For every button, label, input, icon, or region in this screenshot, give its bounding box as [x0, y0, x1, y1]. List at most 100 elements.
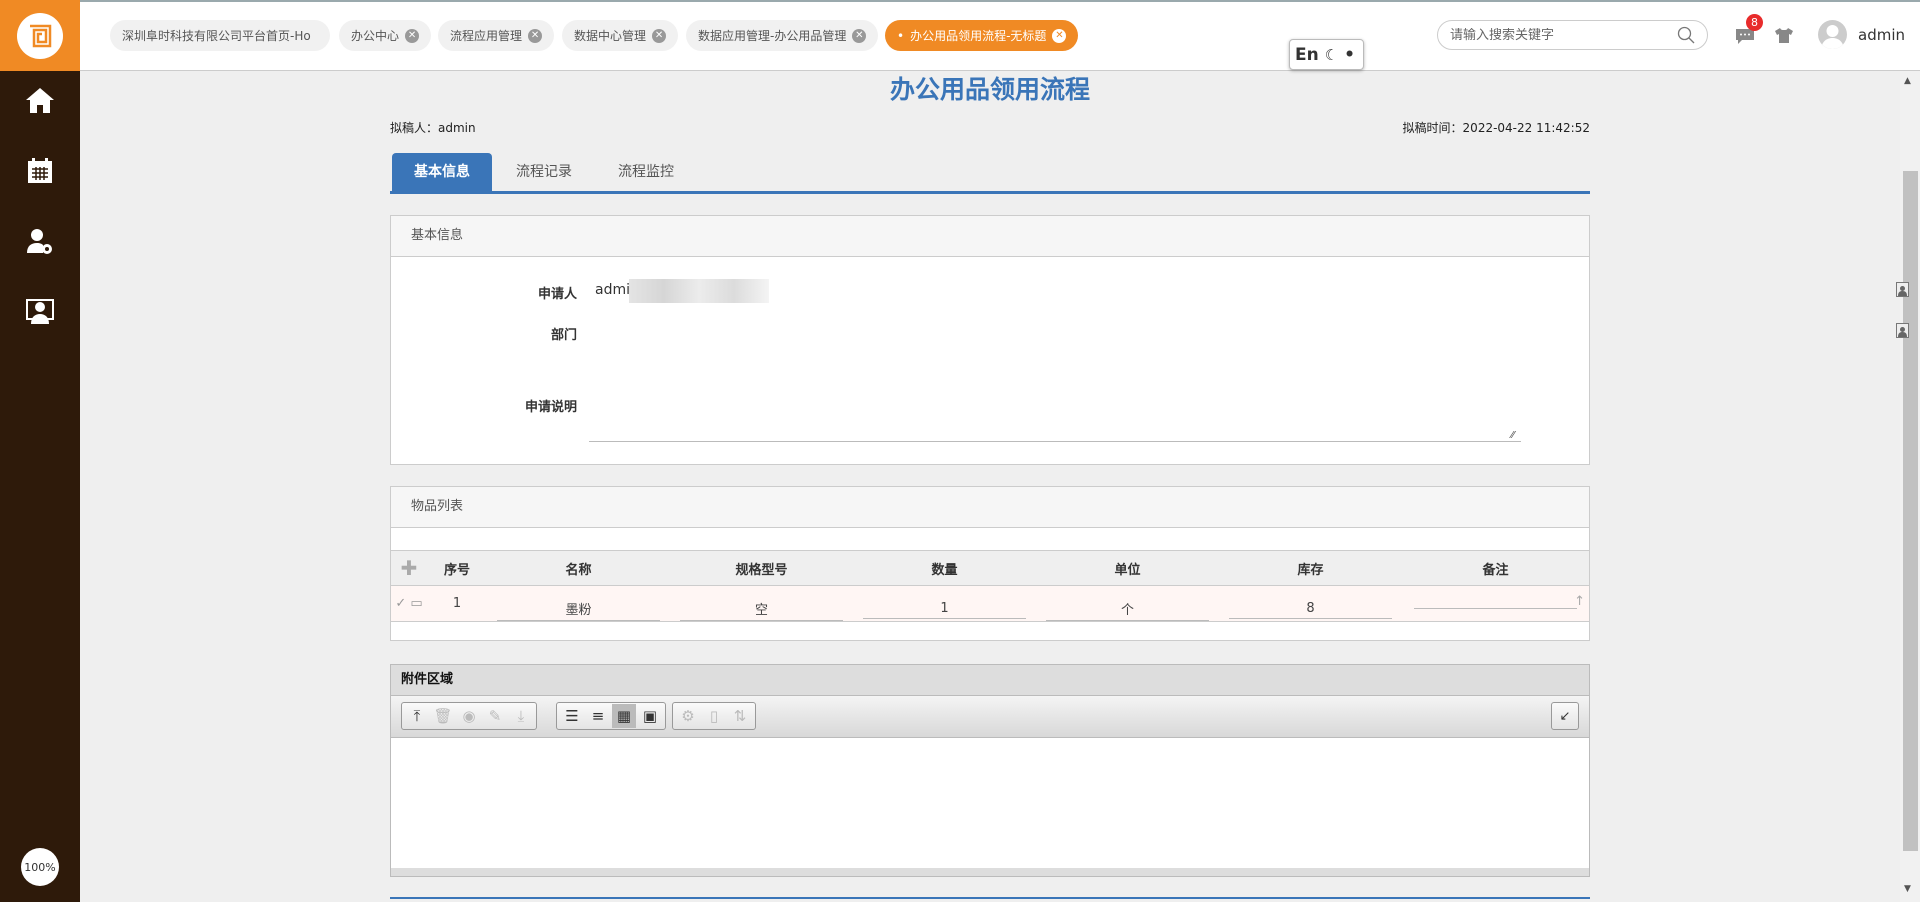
col-unit: 单位 — [1036, 550, 1219, 586]
numbered-list-icon[interactable]: ≡ — [586, 704, 610, 728]
settings-icon[interactable]: ⚙ — [676, 704, 700, 728]
tab-label: 数据中心管理 — [574, 29, 647, 43]
panel-header: 物品列表 — [391, 487, 1589, 528]
panel-header: 附件区域 — [391, 665, 1589, 696]
drafter: 拟稿人：admin — [390, 121, 476, 135]
table-row: ✓ ▭ 1 墨粉 空 1 个 8 ↑ — [391, 585, 1589, 622]
ime-indicator[interactable]: En ☾ • — [1289, 39, 1364, 70]
description-textarea[interactable] — [589, 376, 1521, 442]
tab-label: 深圳阜时科技有限公司平台首页-Ho — [122, 29, 311, 43]
edit-icon[interactable]: ✎ — [483, 704, 507, 728]
user-settings-icon[interactable] — [24, 226, 56, 258]
download-icon[interactable]: ⤓ — [509, 704, 533, 728]
delete-icon[interactable]: 🗑 — [431, 704, 455, 728]
tab-data-app[interactable]: 数据应用管理-办公用品管理 ✕ — [686, 20, 879, 51]
message-count-badge: 8 — [1746, 14, 1763, 31]
sort-icon[interactable]: ⇅ — [728, 704, 752, 728]
close-icon[interactable]: ✕ — [652, 28, 667, 43]
search-input[interactable] — [1450, 27, 1677, 43]
panel-footer — [391, 868, 1589, 876]
tab-office-supplies-flow[interactable]: • 办公用品领用流程-无标题 ✕ — [885, 20, 1079, 51]
tab-office-center[interactable]: 办公中心 ✕ — [339, 20, 432, 51]
remark-input[interactable] — [1414, 602, 1577, 609]
arrow-down-left-icon: ↙ — [1559, 708, 1571, 724]
close-icon[interactable]: ✕ — [852, 28, 867, 43]
collapse-button[interactable]: ↙ — [1551, 702, 1579, 730]
check-icon[interactable]: ✓ — [395, 596, 406, 611]
description-label: 申请说明 — [524, 400, 577, 415]
tab-label: 办公用品领用流程-无标题 — [910, 29, 1047, 43]
attachment-list — [391, 738, 1589, 868]
image-view-icon[interactable]: ▣ — [638, 704, 662, 728]
active-dot-icon: • — [897, 28, 905, 43]
redacted-area — [629, 279, 769, 303]
tab-process-record[interactable]: 流程记录 — [494, 153, 594, 191]
add-row-icon[interactable]: ✚ — [391, 550, 427, 586]
col-name: 名称 — [487, 550, 670, 586]
zoom-level[interactable]: 100% — [21, 848, 59, 886]
tab-basic-info[interactable]: 基本信息 — [392, 153, 492, 191]
tab-home[interactable]: 深圳阜时科技有限公司平台首页-Ho — [110, 20, 330, 51]
tab-process-monitor[interactable]: 流程监控 — [596, 153, 696, 191]
tab-process-app[interactable]: 流程应用管理 ✕ — [438, 20, 555, 51]
cell-no: 1 — [427, 585, 487, 622]
dept-picker-icon[interactable] — [1896, 323, 1909, 338]
basic-info-panel: 基本信息 申请人 admi 部门 申请说明 ⁄⁄ — [390, 215, 1909, 465]
grid-view-icon[interactable]: ▦ — [612, 704, 636, 728]
close-icon[interactable]: ✕ — [405, 28, 420, 43]
dept-field[interactable] — [595, 320, 1495, 342]
panel-header: 基本信息 — [391, 216, 1589, 257]
tab-label: 流程应用管理 — [450, 29, 523, 43]
close-icon[interactable]: ✕ — [1052, 28, 1067, 43]
draft-time: 拟稿时间：2022-04-22 11:42:52 — [1402, 121, 1590, 135]
qty-input[interactable]: 1 — [863, 597, 1026, 619]
col-spec: 规格型号 — [670, 550, 853, 586]
scroll-down-icon[interactable]: ▼ — [1904, 884, 1911, 894]
applicant-label: 申请人 — [537, 287, 577, 302]
attachment-toolbar: ⤒ 🗑 ◉ ✎ ⤓ ☰ ≡ ▦ ▣ ⚙ ▯ ⇅ ↙ — [391, 696, 1589, 738]
username[interactable]: admin — [1858, 26, 1905, 44]
col-stock: 库存 — [1219, 550, 1402, 586]
applicant-value[interactable]: admi — [595, 282, 630, 298]
move-up-icon[interactable]: ↑ — [1574, 594, 1585, 609]
search-icon[interactable] — [1677, 26, 1695, 44]
app-logo[interactable] — [0, 0, 80, 71]
file-check-icon[interactable]: ▯ — [702, 704, 726, 728]
preview-icon[interactable]: ◉ — [457, 704, 481, 728]
ime-label: En — [1295, 44, 1319, 65]
spec-input[interactable]: 空 — [680, 595, 843, 621]
dot-icon: • — [1344, 44, 1356, 65]
monitor-user-icon[interactable] — [24, 296, 56, 328]
search-box[interactable] — [1437, 20, 1708, 50]
moon-icon: ☾ — [1324, 45, 1339, 64]
col-remark: 备注 — [1402, 550, 1589, 586]
scrollbar-thumb[interactable] — [1903, 171, 1918, 851]
upload-icon[interactable]: ⤒ — [405, 704, 429, 728]
unit-input[interactable]: 个 — [1046, 595, 1209, 621]
dept-label: 部门 — [550, 328, 577, 343]
user-picker-icon[interactable] — [1896, 282, 1909, 297]
items-panel: 物品列表 ✚ 序号 名称 规格型号 数量 单位 库存 备注 ✓ ▭ 1 墨粉 空… — [390, 486, 1590, 641]
theme-shirt-icon[interactable] — [1774, 25, 1794, 45]
tab-label: 数据应用管理-办公用品管理 — [698, 29, 847, 43]
page-title: 办公用品领用流程 — [889, 75, 1090, 104]
form-tabs: 基本信息 流程记录 流程监控 — [390, 153, 1590, 194]
calendar-icon[interactable] — [24, 155, 56, 187]
stock-input[interactable]: 8 — [1229, 597, 1392, 619]
tab-data-center[interactable]: 数据中心管理 ✕ — [562, 20, 679, 51]
table-header-row: ✚ 序号 名称 规格型号 数量 单位 库存 备注 — [391, 550, 1589, 586]
avatar[interactable] — [1818, 20, 1847, 49]
name-input[interactable]: 墨粉 — [497, 595, 660, 621]
bottom-divider — [390, 897, 1590, 899]
tab-label: 办公中心 — [351, 29, 400, 43]
attachments-panel: 附件区域 ⤒ 🗑 ◉ ✎ ⤓ ☰ ≡ ▦ ▣ ⚙ ▯ ⇅ ↙ — [390, 664, 1590, 877]
scroll-up-icon[interactable]: ▲ — [1904, 76, 1911, 86]
col-no: 序号 — [427, 550, 487, 586]
remove-row-icon[interactable]: ▭ — [410, 596, 422, 611]
home-icon[interactable] — [24, 84, 56, 116]
close-icon[interactable]: ✕ — [528, 28, 543, 43]
col-qty: 数量 — [853, 550, 1036, 586]
list-view-icon[interactable]: ☰ — [560, 704, 584, 728]
resize-handle-icon[interactable]: ⁄⁄ — [1511, 430, 1514, 441]
sidebar: 100% — [0, 71, 80, 902]
